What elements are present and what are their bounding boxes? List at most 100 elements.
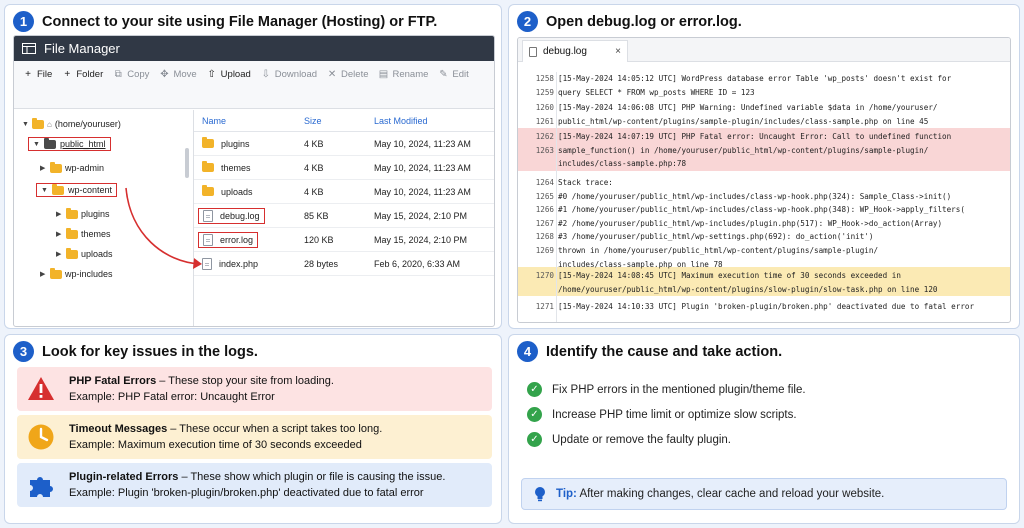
clock-icon [28, 424, 54, 450]
file-name: plugins [221, 138, 250, 149]
folder-icon [52, 183, 64, 195]
download-icon: ⇩ [261, 68, 270, 80]
action-text: Increase PHP time limit or optimize slow… [552, 408, 797, 421]
file-row-error-log[interactable]: error.log 120 KB May 15, 2024, 2:10 PM [194, 228, 494, 252]
tree-scrollbar[interactable] [185, 148, 189, 178]
file-name: debug.log [220, 210, 260, 221]
column-name[interactable]: Name [194, 116, 304, 126]
tab-debug-log[interactable]: debug.log × [522, 40, 628, 62]
delete-button[interactable]: ✕ Delete [324, 65, 375, 83]
line-number: 1268 [535, 232, 554, 242]
tree-item-wp-content[interactable]: ▼ wp-content [36, 182, 118, 198]
file-size: 4 KB [304, 162, 324, 173]
file-list: Name Size Last Modified plugins 4 KB May… [194, 110, 494, 326]
log-line: [15-May-2024 14:05:12 UTC] WordPress dat… [558, 74, 952, 83]
file-row-index-php[interactable]: index.php 28 bytes Feb 6, 2020, 6:33 AM [194, 252, 494, 276]
download-label: Download [274, 68, 318, 80]
delete-label: Delete [341, 68, 369, 80]
move-icon: ✥ [160, 68, 169, 80]
check-circle-icon: ✓ [527, 432, 542, 447]
new-file-label: File [37, 68, 53, 80]
upload-icon: ⇧ [207, 68, 216, 80]
tree-label-themes: themes [81, 229, 111, 239]
tree-label-wp-content: wp-content [68, 185, 113, 195]
action-text: Update or remove the faulty plugin. [552, 433, 731, 446]
tree-item-plugins[interactable]: ▶ plugins [56, 206, 110, 222]
upload-button[interactable]: ⇧ Upload [204, 65, 258, 83]
tree-item-public-html[interactable]: ▼ public_html [28, 136, 111, 152]
issue-fatal-errors: PHP Fatal Errors – These stop your site … [17, 367, 492, 411]
log-line: public_html/wp-content/plugins/sample-pl… [558, 116, 929, 126]
step1-panel: 1 Connect to your site using File Manage… [4, 4, 502, 329]
chevron-right-icon: ▶ [56, 211, 62, 218]
rename-button[interactable]: ▤ Rename [376, 65, 436, 83]
copy-icon: ⧉ [114, 68, 122, 80]
tree-root-label: (home/youruser) [54, 119, 121, 129]
upload-label: Upload [220, 68, 251, 80]
move-button[interactable]: ✥ Move [156, 65, 203, 83]
line-gutter [556, 72, 557, 322]
new-file-button[interactable]: + File [20, 65, 59, 83]
file-row-debug-log[interactable]: debug.log 85 KB May 15, 2024, 2:10 PM [194, 204, 494, 228]
download-button[interactable]: ⇩ Download [258, 65, 324, 83]
log-line: #2 /home/youruser/public_html/wp-include… [558, 218, 943, 228]
file-size: 28 bytes [304, 258, 339, 269]
line-number: 1261 [535, 116, 554, 126]
folder-icon [202, 161, 214, 172]
file-name: themes [221, 162, 251, 173]
tree-item-wp-admin[interactable]: ▶ wp-admin [40, 160, 104, 176]
log-line: [15-May-2024 14:08:45 UTC] Maximum execu… [558, 271, 901, 280]
warning-icon [28, 377, 54, 400]
tree-label-public-html: public_html [60, 139, 106, 149]
line-number: 1259 [535, 87, 554, 97]
log-line: query SELECT * FROM wp_posts WHERE ID = … [558, 87, 755, 97]
issue-title: Timeout Messages [69, 423, 168, 435]
file-row-plugins[interactable]: plugins 4 KB May 10, 2024, 11:23 AM [194, 132, 494, 156]
tree-item-wp-includes[interactable]: ▶ wp-includes [40, 266, 113, 282]
folder-icon [44, 137, 56, 149]
file-row-themes[interactable]: themes 4 KB May 10, 2024, 11:23 AM [194, 156, 494, 180]
file-manager-toolbar: + File + Folder ⧉ Copy ✥ Move ⇧ Upload ⇩ Downl… [14, 61, 494, 109]
edit-button[interactable]: ✎ Edit [435, 65, 475, 83]
chevron-right-icon: ▶ [56, 251, 62, 258]
log-content: 1258 [15-May-2024 14:05:12 UTC] WordPres… [518, 72, 1010, 322]
folder-icon [202, 137, 214, 148]
file-modified: May 15, 2024, 2:10 PM [374, 210, 468, 221]
file-name: uploads [221, 186, 253, 197]
log-line: includes/class-sample.php:78 [558, 159, 687, 169]
step4-title: Identify the cause and take action. [546, 343, 783, 360]
log-line: [15-May-2024 14:07:19 UTC] PHP Fatal err… [558, 132, 952, 141]
column-size[interactable]: Size [304, 116, 374, 126]
tree-item-themes[interactable]: ▶ themes [56, 226, 111, 242]
log-line: #3 /home/youruser/public_html/wp-setting… [558, 232, 874, 242]
action-text: Fix PHP errors in the mentioned plugin/t… [552, 383, 806, 396]
tree-item-uploads[interactable]: ▶ uploads [56, 246, 113, 262]
file-name: index.php [219, 258, 259, 269]
line-number: 1264 [535, 178, 554, 187]
tree-label-wp-admin: wp-admin [65, 163, 105, 173]
puzzle-icon [30, 477, 53, 497]
file-size: 120 KB [304, 234, 334, 245]
line-number: 1260 [535, 103, 554, 112]
file-size: 85 KB [304, 210, 329, 221]
close-icon[interactable]: × [615, 46, 621, 57]
new-folder-button[interactable]: + Folder [59, 65, 110, 83]
file-size: 4 KB [304, 186, 324, 197]
log-line: #1 /home/youruser/public_html/wp-include… [558, 205, 965, 215]
issue-example: Example: Plugin 'broken-plugin/broken.ph… [69, 487, 424, 499]
copy-button[interactable]: ⧉ Copy [110, 65, 156, 83]
step3-title: Look for key issues in the logs. [42, 343, 258, 360]
check-circle-icon: ✓ [527, 407, 542, 422]
copy-label: Copy [127, 68, 150, 80]
line-number: 1258 [535, 74, 554, 83]
issue-title: PHP Fatal Errors [69, 375, 157, 387]
tip-box: Tip: After making changes, clear cache a… [521, 478, 1007, 510]
tree-root[interactable]: ▼ ⌂ (home/youruser) [22, 116, 121, 132]
issue-desc: – These occur when a script takes too lo… [167, 423, 383, 435]
step4-heading: 4 Identify the cause and take action. [517, 341, 782, 362]
check-circle-icon: ✓ [527, 382, 542, 397]
file-size: 4 KB [304, 138, 324, 149]
file-row-uploads[interactable]: uploads 4 KB May 10, 2024, 11:23 AM [194, 180, 494, 204]
column-modified[interactable]: Last Modified [374, 116, 494, 126]
step1-title: Connect to your site using File Manager … [42, 13, 438, 30]
